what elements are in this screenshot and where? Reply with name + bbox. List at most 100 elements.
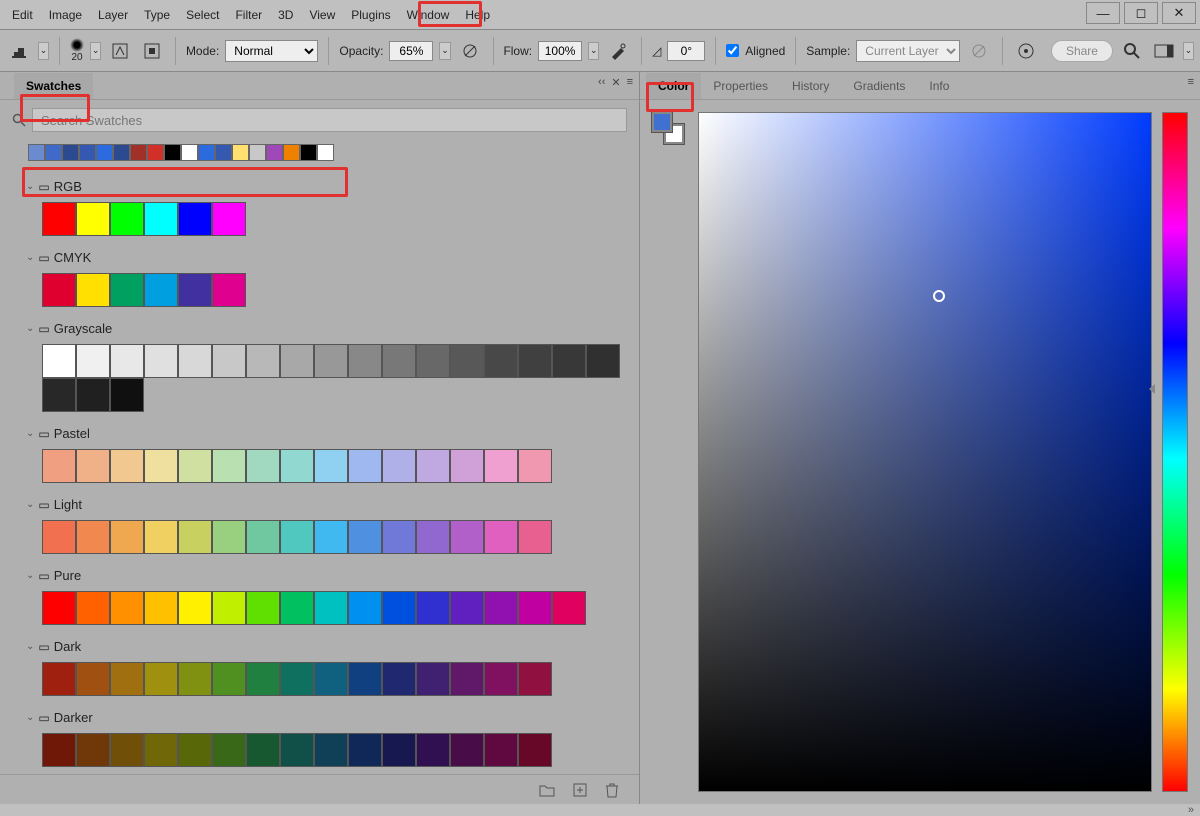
- swatch[interactable]: [280, 591, 314, 625]
- blend-mode-select[interactable]: Normal: [225, 40, 318, 62]
- swatch[interactable]: [348, 662, 382, 696]
- menu-edit[interactable]: Edit: [4, 4, 41, 26]
- swatch[interactable]: [178, 273, 212, 307]
- recent-swatch[interactable]: [317, 144, 334, 161]
- clone-stamp-tool-icon[interactable]: [6, 37, 32, 65]
- recent-swatch[interactable]: [266, 144, 283, 161]
- swatch[interactable]: [246, 662, 280, 696]
- swatch[interactable]: [110, 273, 144, 307]
- swatch[interactable]: [110, 591, 144, 625]
- swatch[interactable]: [314, 662, 348, 696]
- collapse-icon[interactable]: ‹‹: [598, 76, 605, 89]
- tab-info[interactable]: Info: [917, 73, 961, 99]
- recent-swatch[interactable]: [164, 144, 181, 161]
- pressure-opacity-icon[interactable]: [457, 37, 483, 65]
- swatch[interactable]: [110, 202, 144, 236]
- swatch[interactable]: [212, 202, 246, 236]
- swatch[interactable]: [416, 520, 450, 554]
- maximize-button[interactable]: ◻: [1124, 2, 1158, 24]
- swatch[interactable]: [348, 733, 382, 767]
- brush-preset-dropdown[interactable]: ⌄: [90, 42, 101, 60]
- swatch[interactable]: [144, 202, 178, 236]
- swatch[interactable]: [552, 591, 586, 625]
- swatch[interactable]: [450, 662, 484, 696]
- recent-swatch[interactable]: [147, 144, 164, 161]
- menu-3d[interactable]: 3D: [270, 4, 301, 26]
- tool-preset-dropdown[interactable]: ⌄: [38, 42, 49, 60]
- opacity-dropdown[interactable]: ⌄: [439, 42, 450, 60]
- swatch[interactable]: [178, 662, 212, 696]
- swatch[interactable]: [450, 344, 484, 378]
- swatch[interactable]: [144, 273, 178, 307]
- swatch[interactable]: [212, 662, 246, 696]
- swatch[interactable]: [280, 449, 314, 483]
- swatch[interactable]: [42, 273, 76, 307]
- swatch[interactable]: [246, 591, 280, 625]
- flow-dropdown[interactable]: ⌄: [588, 42, 599, 60]
- menu-window[interactable]: Window: [399, 4, 458, 26]
- swatch[interactable]: [382, 520, 416, 554]
- swatch[interactable]: [416, 733, 450, 767]
- swatch-group-header[interactable]: ⌄▭Grayscale: [8, 317, 631, 340]
- opacity-input[interactable]: [389, 41, 433, 61]
- tab-history[interactable]: History: [780, 73, 841, 99]
- swatch[interactable]: [416, 344, 450, 378]
- swatch-group-header[interactable]: ⌄▭Dark: [8, 635, 631, 658]
- swatch[interactable]: [348, 591, 382, 625]
- swatch[interactable]: [42, 733, 76, 767]
- panel-menu-icon[interactable]: ≡: [627, 76, 633, 89]
- swatch[interactable]: [586, 344, 620, 378]
- swatch[interactable]: [518, 662, 552, 696]
- swatch[interactable]: [518, 520, 552, 554]
- swatch[interactable]: [280, 520, 314, 554]
- swatch[interactable]: [552, 344, 586, 378]
- swatch[interactable]: [178, 202, 212, 236]
- swatch[interactable]: [314, 449, 348, 483]
- tab-gradients[interactable]: Gradients: [841, 73, 917, 99]
- swatch[interactable]: [110, 733, 144, 767]
- swatch[interactable]: [178, 449, 212, 483]
- menu-filter[interactable]: Filter: [227, 4, 270, 26]
- swatch[interactable]: [246, 520, 280, 554]
- recent-swatch[interactable]: [28, 144, 45, 161]
- swatch[interactable]: [518, 591, 552, 625]
- swatch[interactable]: [314, 591, 348, 625]
- swatch[interactable]: [42, 378, 76, 412]
- swatch[interactable]: [76, 202, 110, 236]
- menu-select[interactable]: Select: [178, 4, 227, 26]
- swatch[interactable]: [484, 662, 518, 696]
- swatch-group-header[interactable]: ⌄▭CMYK: [8, 246, 631, 269]
- swatch[interactable]: [212, 344, 246, 378]
- swatch[interactable]: [212, 273, 246, 307]
- pressure-size-icon[interactable]: [1013, 37, 1039, 65]
- swatch[interactable]: [314, 520, 348, 554]
- recent-swatch[interactable]: [181, 144, 198, 161]
- swatch[interactable]: [178, 344, 212, 378]
- recent-swatch[interactable]: [79, 144, 96, 161]
- recent-swatch[interactable]: [249, 144, 266, 161]
- sample-select[interactable]: Current Layer: [856, 40, 960, 62]
- recent-swatch[interactable]: [130, 144, 147, 161]
- tab-swatches[interactable]: Swatches: [14, 73, 93, 99]
- swatch[interactable]: [212, 520, 246, 554]
- swatch[interactable]: [416, 662, 450, 696]
- swatch[interactable]: [484, 344, 518, 378]
- swatch[interactable]: [212, 449, 246, 483]
- swatch[interactable]: [484, 591, 518, 625]
- swatch[interactable]: [348, 520, 382, 554]
- swatch[interactable]: [416, 591, 450, 625]
- swatch[interactable]: [348, 344, 382, 378]
- swatch[interactable]: [42, 591, 76, 625]
- swatch[interactable]: [42, 449, 76, 483]
- workspace-icon[interactable]: [1151, 37, 1177, 65]
- swatch[interactable]: [76, 273, 110, 307]
- recent-swatch[interactable]: [62, 144, 79, 161]
- fg-bg-color[interactable]: [652, 112, 684, 144]
- swatch[interactable]: [144, 449, 178, 483]
- swatch[interactable]: [110, 662, 144, 696]
- swatch-group-header[interactable]: ⌄▭RGB: [8, 175, 631, 198]
- swatch[interactable]: [144, 520, 178, 554]
- recent-swatch[interactable]: [45, 144, 62, 161]
- swatch[interactable]: [484, 520, 518, 554]
- color-picker-field[interactable]: [698, 112, 1152, 792]
